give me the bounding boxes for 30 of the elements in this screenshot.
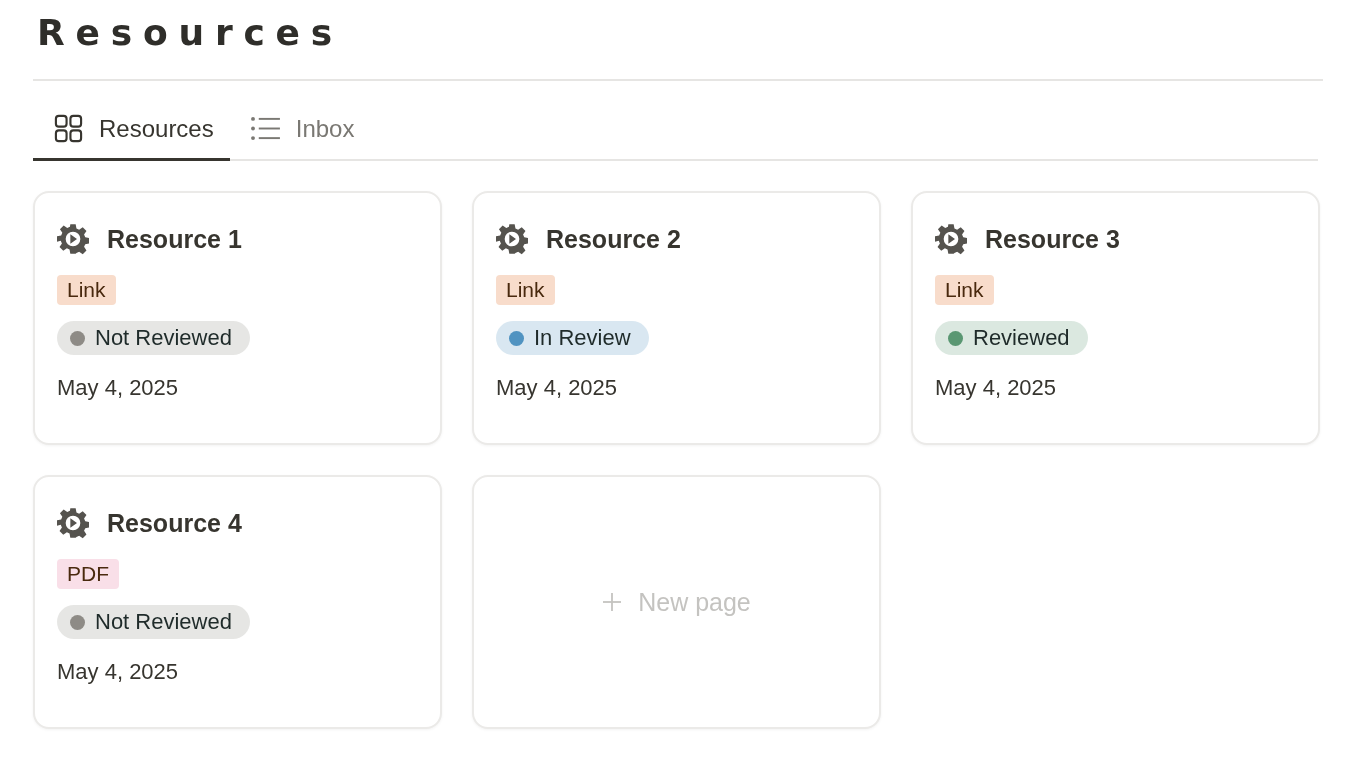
view-tab[interactable]: Inbox (229, 103, 371, 161)
status-label: In Review (534, 325, 631, 351)
date-text: May 4, 2025 (57, 375, 179, 401)
grid-icon (53, 113, 84, 144)
resource-card[interactable]: Resource 3 Link Reviewed May 4, 2025 (911, 191, 1320, 445)
status-label: Not Reviewed (95, 325, 232, 351)
date-text: May 4, 2025 (57, 659, 179, 685)
plus-icon (602, 592, 623, 612)
list-icon (249, 116, 281, 141)
resource-card[interactable]: Resource 4 PDF Not Reviewed May 4, 2025 (33, 475, 442, 729)
gear-icon (57, 223, 89, 255)
status-label: Reviewed (973, 325, 1070, 351)
type-tag: PDF (57, 559, 119, 589)
card-title: Resource 4 (107, 508, 242, 538)
type-tag: Link (935, 275, 994, 305)
page-title: Resources (37, 11, 345, 55)
view-tab[interactable]: Resources (33, 103, 230, 161)
date-text: May 4, 2025 (496, 375, 618, 401)
type-tag: Link (57, 275, 116, 305)
gear-icon (935, 223, 967, 255)
resource-card[interactable]: Resource 2 Link In Review May 4, 2025 (472, 191, 881, 445)
card-title: Resource 3 (985, 224, 1120, 254)
gear-icon (57, 507, 89, 539)
card-title: Resource 2 (546, 224, 681, 254)
status-label: Not Reviewed (95, 609, 232, 635)
card-title: Resource 1 (107, 224, 242, 254)
gear-icon (496, 223, 528, 255)
date-text: May 4, 2025 (935, 375, 1057, 401)
resource-card[interactable]: Resource 1 Link Not Reviewed May 4, 2025 (33, 191, 442, 445)
type-tag: Link (496, 275, 555, 305)
